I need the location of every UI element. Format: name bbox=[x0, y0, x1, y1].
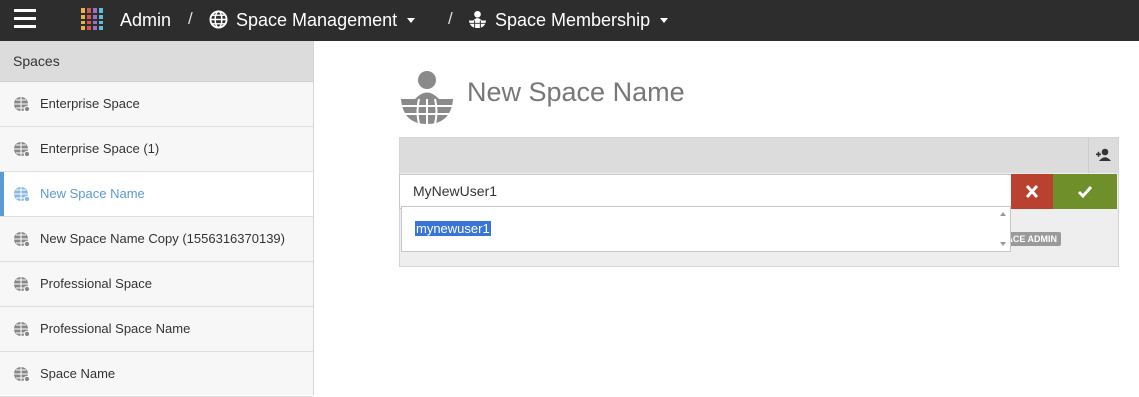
dropdown-scrollbar[interactable] bbox=[996, 207, 1010, 251]
globe-user-icon bbox=[14, 232, 31, 248]
check-icon bbox=[1077, 186, 1093, 199]
spaces-sidebar: Spaces Enterprise Space Enterprise Space … bbox=[0, 41, 314, 397]
page-title: New Space Name bbox=[467, 77, 685, 107]
confirm-button[interactable] bbox=[1053, 174, 1117, 209]
sidebar-item-label: Professional Space Name bbox=[40, 321, 191, 336]
space-list: Enterprise Space Enterprise Space (1) New … bbox=[0, 82, 313, 397]
breadcrumb-space-membership[interactable]: Space Membership bbox=[468, 0, 669, 41]
globe-user-icon bbox=[14, 322, 31, 338]
globe-user-icon bbox=[14, 97, 31, 113]
sidebar-item-label: Space Name bbox=[40, 366, 116, 381]
sidebar-item-space[interactable]: Enterprise Space bbox=[0, 82, 313, 127]
sidebar-item-label: Enterprise Space (1) bbox=[40, 141, 160, 156]
sidebar-item-label: Professional Space bbox=[40, 276, 153, 291]
close-icon bbox=[1025, 184, 1039, 199]
sidebar-item-space[interactable]: Enterprise Space (1) bbox=[0, 127, 313, 172]
panel-toolbar bbox=[400, 138, 1118, 173]
chevron-down-icon bbox=[407, 17, 416, 23]
globe-icon bbox=[209, 10, 228, 29]
breadcrumb-separator: / bbox=[188, 9, 193, 28]
top-navigation-bar: Admin / Space Management / Space Members… bbox=[0, 0, 1139, 41]
cancel-button[interactable] bbox=[1011, 174, 1053, 209]
sidebar-item-label: New Space Name Copy (1556316370139) bbox=[40, 231, 285, 246]
sidebar-item-space[interactable]: Professional Space bbox=[0, 262, 313, 307]
role-badge-clip: SPACE ADMIN bbox=[1011, 232, 1061, 246]
sidebar-item-space[interactable]: New Space Name Copy (1556316370139) bbox=[0, 217, 313, 262]
breadcrumb-separator: / bbox=[448, 9, 453, 28]
sidebar-item-label: Enterprise Space bbox=[40, 96, 140, 111]
app-logo-icon bbox=[81, 8, 103, 30]
globe-user-icon bbox=[14, 187, 31, 203]
hamburger-icon[interactable] bbox=[14, 7, 36, 31]
sidebar-header: Spaces bbox=[0, 41, 313, 82]
breadcrumb-admin[interactable]: Admin bbox=[120, 0, 171, 41]
add-user-icon bbox=[1096, 148, 1111, 161]
breadcrumb-space-management[interactable]: Space Management bbox=[209, 0, 416, 41]
add-member-button[interactable] bbox=[1088, 138, 1118, 173]
sidebar-item-space[interactable]: Professional Space Name bbox=[0, 307, 313, 352]
status-badge: SPACE ADMIN bbox=[1011, 232, 1061, 246]
sidebar-item-space[interactable]: Space Name bbox=[0, 352, 313, 397]
member-search-input[interactable] bbox=[399, 174, 1013, 209]
autocomplete-dropdown: mynewuser1 bbox=[401, 206, 1011, 252]
breadcrumb-space-management-label: Space Management bbox=[236, 10, 398, 30]
chevron-down-icon bbox=[660, 17, 669, 23]
globe-user-icon bbox=[14, 367, 31, 383]
sidebar-item-space[interactable]: New Space Name bbox=[0, 172, 313, 217]
globe-user-icon bbox=[14, 142, 31, 158]
space-avatar-icon bbox=[401, 71, 453, 125]
autocomplete-option[interactable]: mynewuser1 bbox=[415, 221, 491, 236]
globe-user-icon bbox=[14, 277, 31, 293]
breadcrumb-space-membership-label: Space Membership bbox=[495, 10, 651, 30]
space-user-icon bbox=[468, 11, 487, 29]
sidebar-item-label: New Space Name bbox=[40, 186, 145, 201]
